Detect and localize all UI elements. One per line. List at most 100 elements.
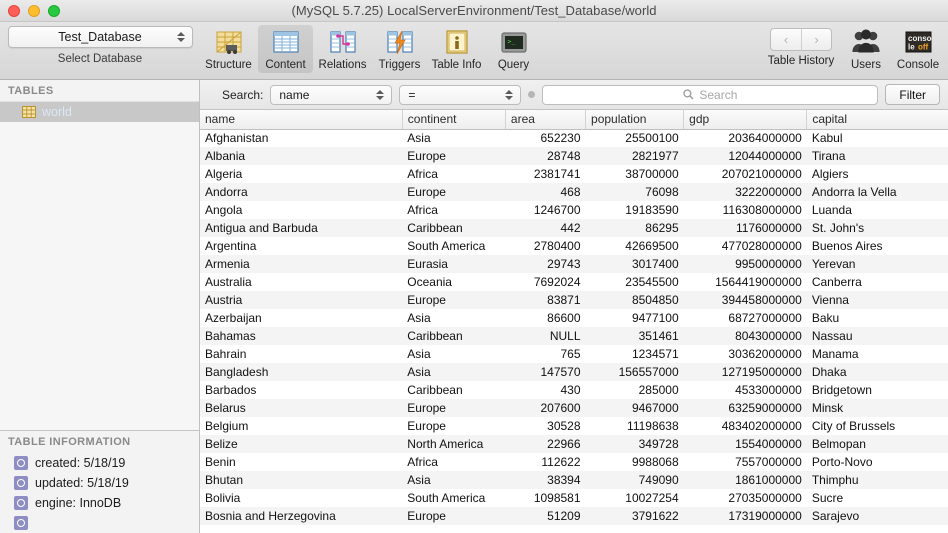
toolbar-tab-table-info[interactable]: Table Info [429,25,484,71]
cell-name[interactable]: Bhutan [200,471,402,489]
cell-continent[interactable]: Europe [402,291,505,309]
cell-population[interactable]: 42669500 [586,237,684,255]
table-row[interactable]: Bosnia and Herzegovina Europe 51209 3791622… [200,507,948,525]
table-row[interactable]: Barbados Caribbean 430 285000 4533000000 Brid… [200,381,948,399]
history-back-button[interactable]: ‹ [771,29,801,50]
cell-continent[interactable]: Africa [402,201,505,219]
cell-gdp[interactable]: 1861000000 [684,471,807,489]
table-row[interactable]: Albania Europe 28748 2821977 12044000000 Tira… [200,147,948,165]
cell-continent[interactable]: Africa [402,165,505,183]
cell-population[interactable]: 86295 [586,219,684,237]
cell-population[interactable]: 351461 [586,327,684,345]
cell-name[interactable]: Belarus [200,399,402,417]
search-field-select[interactable]: name [270,84,393,105]
cell-continent[interactable]: North America [402,435,505,453]
table-history-segmented[interactable]: ‹ › [770,28,832,51]
cell-population[interactable]: 2821977 [586,147,684,165]
table-row[interactable]: Australia Oceania 7692024 23545500 156441900… [200,273,948,291]
cell-area[interactable]: 765 [505,345,585,363]
cell-continent[interactable]: Caribbean [402,219,505,237]
cell-name[interactable]: Albania [200,147,402,165]
filter-button[interactable]: Filter [885,84,941,105]
search-input[interactable]: Search [542,84,879,105]
cell-population[interactable]: 8504850 [586,291,684,309]
cell-name[interactable]: Andorra [200,183,402,201]
cell-area[interactable]: 2381741 [505,165,585,183]
cell-area[interactable]: 51209 [505,507,585,525]
cell-capital[interactable]: City of Brussels [807,417,948,435]
cell-name[interactable]: Austria [200,291,402,309]
cell-area[interactable]: 430 [505,381,585,399]
cell-capital[interactable]: Nassau [807,327,948,345]
cell-capital[interactable]: Bridgetown [807,381,948,399]
close-button[interactable] [8,4,20,17]
table-row[interactable]: Belize North America 22966 349728 1554000000… [200,435,948,453]
cell-name[interactable]: Argentina [200,237,402,255]
cell-area[interactable]: 1246700 [505,201,585,219]
column-header-area[interactable]: area [505,110,587,130]
cell-capital[interactable]: Belmopan [807,435,948,453]
column-header-gdp[interactable]: gdp [683,110,808,130]
cell-capital[interactable]: Buenos Aires [807,237,948,255]
history-forward-button[interactable]: › [801,29,831,50]
cell-capital[interactable]: Andorra la Vella [807,183,948,201]
cell-continent[interactable]: Caribbean [402,327,505,345]
cell-population[interactable]: 9988068 [586,453,684,471]
cell-gdp[interactable]: 63259000000 [684,399,807,417]
cell-name[interactable]: Barbados [200,381,402,399]
cell-gdp[interactable]: 3222000000 [684,183,807,201]
cell-gdp[interactable]: 207021000000 [684,165,807,183]
table-row[interactable]: Bahrain Asia 765 1234571 30362000000 Manama [200,345,948,363]
cell-capital[interactable]: Minsk [807,399,948,417]
cell-continent[interactable]: Caribbean [402,381,505,399]
table-row[interactable]: Benin Africa 112622 9988068 7557000000 Porto-… [200,453,948,471]
column-header-population[interactable]: population [585,110,685,130]
data-grid-wrapper[interactable]: name continent area population gdp capit… [200,110,948,533]
cell-population[interactable]: 156557000 [586,363,684,381]
cell-population[interactable]: 3017400 [586,255,684,273]
cell-area[interactable]: 30528 [505,417,585,435]
cell-capital[interactable]: Sucre [807,489,948,507]
cell-gdp[interactable]: 27035000000 [684,489,807,507]
cell-continent[interactable]: Eurasia [402,255,505,273]
cell-area[interactable]: 1098581 [505,489,585,507]
table-row[interactable]: Antigua and Barbuda Caribbean 442 86295 1176… [200,219,948,237]
cell-name[interactable]: Antigua and Barbuda [200,219,402,237]
cell-capital[interactable]: Baku [807,309,948,327]
cell-continent[interactable]: Asia [402,471,505,489]
sidebar-item-world[interactable]: world [0,102,199,122]
cell-name[interactable]: Bolivia [200,489,402,507]
toolbar-console-button[interactable]: conso le off Console [892,25,944,71]
cell-area[interactable]: 468 [505,183,585,201]
cell-area[interactable]: 38394 [505,471,585,489]
cell-capital[interactable]: Porto-Novo [807,453,948,471]
cell-name[interactable]: Benin [200,453,402,471]
cell-capital[interactable]: St. John's [807,219,948,237]
cell-population[interactable]: 38700000 [586,165,684,183]
cell-continent[interactable]: South America [402,237,505,255]
cell-capital[interactable]: Tirana [807,147,948,165]
cell-area[interactable]: 652230 [505,129,585,147]
cell-area[interactable]: 207600 [505,399,585,417]
cell-name[interactable]: Bosnia and Herzegovina [200,507,402,525]
cell-area[interactable]: 112622 [505,453,585,471]
toolbar-tab-relations[interactable]: Relations [315,25,370,71]
table-row[interactable]: Bolivia South America 1098581 10027254 27035… [200,489,948,507]
cell-gdp[interactable]: 68727000000 [684,309,807,327]
table-row[interactable]: Austria Europe 83871 8504850 394458000000 Vie… [200,291,948,309]
cell-population[interactable]: 749090 [586,471,684,489]
cell-capital[interactable]: Canberra [807,273,948,291]
cell-population[interactable]: 10027254 [586,489,684,507]
cell-name[interactable]: Angola [200,201,402,219]
column-header-continent[interactable]: continent [402,110,506,130]
cell-area[interactable]: 2780400 [505,237,585,255]
cell-gdp[interactable]: 1564419000000 [684,273,807,291]
table-row[interactable]: Angola Africa 1246700 19183590 116308000000 L… [200,201,948,219]
table-row[interactable]: Belarus Europe 207600 9467000 63259000000 Min… [200,399,948,417]
cell-gdp[interactable]: 116308000000 [684,201,807,219]
toolbar-tab-triggers[interactable]: Triggers [372,25,427,71]
search-operator-select[interactable]: = [399,84,522,105]
cell-gdp[interactable]: 20364000000 [684,129,807,147]
cell-gdp[interactable]: 12044000000 [684,147,807,165]
cell-name[interactable]: Bahamas [200,327,402,345]
